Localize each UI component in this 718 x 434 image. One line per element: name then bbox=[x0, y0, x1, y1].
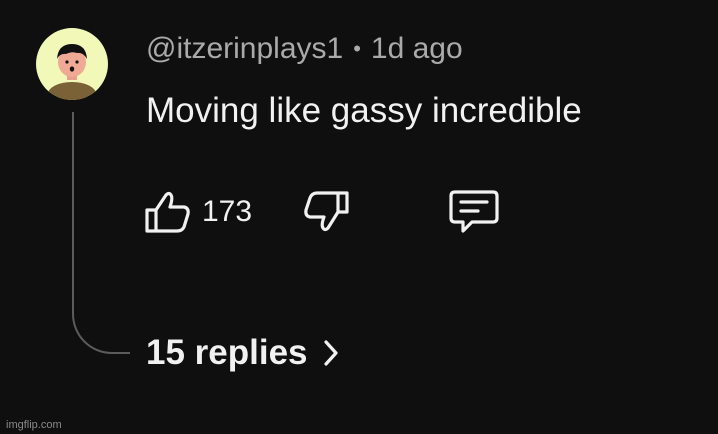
view-replies-button[interactable]: 15 replies bbox=[146, 333, 340, 373]
avatar[interactable] bbox=[36, 28, 108, 100]
comment-icon bbox=[449, 190, 499, 233]
thumbs-down-icon bbox=[304, 191, 349, 232]
watermark: imgflip.com bbox=[6, 419, 62, 431]
avatar-image bbox=[48, 44, 96, 100]
author-handle[interactable]: @itzerinplays1 bbox=[146, 32, 343, 66]
comment-time[interactable]: 1d ago bbox=[371, 32, 463, 66]
chevron-right-icon bbox=[323, 340, 338, 366]
dislike-button[interactable] bbox=[302, 190, 350, 234]
reply-button[interactable] bbox=[448, 189, 500, 235]
like-button[interactable]: 173 bbox=[144, 190, 252, 234]
thread-line bbox=[72, 112, 130, 354]
action-bar: 173 bbox=[144, 188, 500, 236]
comment-text: Moving like gassy incredible bbox=[146, 91, 582, 130]
thumbs-up-icon bbox=[145, 191, 190, 233]
comment-header: @itzerinplays1 • 1d ago bbox=[146, 32, 463, 66]
replies-label: 15 replies bbox=[146, 333, 308, 372]
separator-dot: • bbox=[353, 36, 361, 61]
like-count: 173 bbox=[202, 195, 253, 228]
